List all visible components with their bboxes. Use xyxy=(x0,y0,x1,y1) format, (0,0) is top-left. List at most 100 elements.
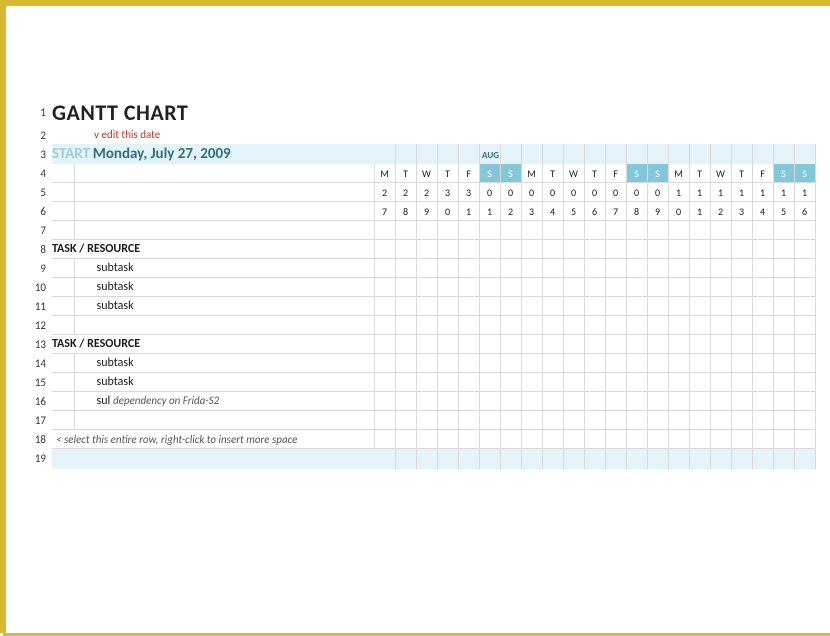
day-cell[interactable]: 1 xyxy=(668,183,689,202)
day-cell[interactable] xyxy=(479,240,500,259)
row-number[interactable]: 13 xyxy=(28,335,52,354)
day-cell[interactable] xyxy=(794,392,815,411)
day-cell[interactable] xyxy=(773,259,794,278)
row-number[interactable]: 17 xyxy=(28,411,52,430)
day-cell[interactable] xyxy=(752,354,773,373)
day-cell[interactable] xyxy=(647,316,668,335)
day-cell[interactable] xyxy=(710,392,731,411)
day-cell[interactable] xyxy=(521,411,542,430)
day-cell[interactable]: W xyxy=(416,164,437,183)
day-cell[interactable] xyxy=(542,240,563,259)
day-cell[interactable] xyxy=(647,373,668,392)
day-cell[interactable] xyxy=(395,392,416,411)
day-cell[interactable] xyxy=(500,411,521,430)
day-cell[interactable] xyxy=(416,221,437,240)
day-cell[interactable] xyxy=(563,240,584,259)
day-cell[interactable] xyxy=(605,449,626,470)
day-cell[interactable] xyxy=(584,392,605,411)
day-cell[interactable] xyxy=(626,449,647,470)
day-cell[interactable] xyxy=(710,411,731,430)
day-cell[interactable] xyxy=(521,373,542,392)
day-cell[interactable] xyxy=(563,373,584,392)
day-cell[interactable] xyxy=(710,335,731,354)
day-cell[interactable] xyxy=(752,316,773,335)
day-cell[interactable] xyxy=(794,144,815,164)
day-cell[interactable] xyxy=(458,316,479,335)
day-cell[interactable] xyxy=(752,221,773,240)
row-number[interactable]: 9 xyxy=(28,259,52,278)
day-cell[interactable] xyxy=(542,354,563,373)
day-cell[interactable] xyxy=(395,240,416,259)
day-cell[interactable]: M xyxy=(521,164,542,183)
day-cell[interactable] xyxy=(794,278,815,297)
day-cell[interactable] xyxy=(500,335,521,354)
row-number[interactable]: 1 xyxy=(28,99,52,126)
day-cell[interactable]: 4 xyxy=(542,202,563,221)
day-cell[interactable] xyxy=(542,259,563,278)
day-cell[interactable] xyxy=(374,240,395,259)
day-cell[interactable] xyxy=(479,278,500,297)
day-cell[interactable] xyxy=(773,335,794,354)
day-cell[interactable] xyxy=(521,297,542,316)
day-cell[interactable] xyxy=(647,221,668,240)
day-cell[interactable] xyxy=(437,240,458,259)
day-cell[interactable] xyxy=(563,316,584,335)
day-cell[interactable] xyxy=(584,335,605,354)
day-cell[interactable] xyxy=(542,144,563,164)
day-cell[interactable] xyxy=(731,411,752,430)
day-cell[interactable] xyxy=(647,354,668,373)
day-cell[interactable] xyxy=(416,240,437,259)
day-cell[interactable] xyxy=(626,144,647,164)
day-cell[interactable] xyxy=(374,449,395,470)
day-cell[interactable] xyxy=(731,354,752,373)
day-cell[interactable] xyxy=(647,259,668,278)
task-header-cell[interactable]: TASK / RESOURCE xyxy=(52,335,374,354)
day-cell[interactable] xyxy=(689,221,710,240)
day-cell[interactable] xyxy=(647,411,668,430)
subtask-cell[interactable]: subtask xyxy=(74,373,374,392)
day-cell[interactable] xyxy=(416,373,437,392)
day-cell[interactable]: 0 xyxy=(479,183,500,202)
day-cell[interactable]: T xyxy=(731,164,752,183)
day-cell[interactable] xyxy=(437,221,458,240)
day-cell[interactable] xyxy=(416,297,437,316)
day-cell[interactable] xyxy=(374,259,395,278)
day-cell[interactable] xyxy=(626,373,647,392)
day-cell[interactable] xyxy=(479,316,500,335)
day-cell[interactable]: 1 xyxy=(689,202,710,221)
day-cell[interactable] xyxy=(542,449,563,470)
day-cell[interactable] xyxy=(689,373,710,392)
day-cell[interactable]: M xyxy=(668,164,689,183)
day-cell[interactable] xyxy=(647,144,668,164)
day-cell[interactable] xyxy=(437,354,458,373)
day-cell[interactable] xyxy=(689,316,710,335)
day-cell[interactable] xyxy=(710,221,731,240)
day-cell[interactable]: 2 xyxy=(416,183,437,202)
day-cell[interactable] xyxy=(374,430,395,449)
day-cell[interactable] xyxy=(500,392,521,411)
day-cell[interactable] xyxy=(458,411,479,430)
day-cell[interactable] xyxy=(584,316,605,335)
day-cell[interactable] xyxy=(542,373,563,392)
day-cell[interactable] xyxy=(773,392,794,411)
day-cell[interactable] xyxy=(668,392,689,411)
day-cell[interactable] xyxy=(521,354,542,373)
day-cell[interactable] xyxy=(521,449,542,470)
day-cell[interactable] xyxy=(500,278,521,297)
row-number[interactable]: 7 xyxy=(28,221,52,240)
day-cell[interactable] xyxy=(752,259,773,278)
day-cell[interactable] xyxy=(437,144,458,164)
day-cell[interactable] xyxy=(437,297,458,316)
day-cell[interactable] xyxy=(542,411,563,430)
day-cell[interactable] xyxy=(605,373,626,392)
subtask-cell[interactable]: subtask xyxy=(74,297,374,316)
day-cell[interactable] xyxy=(563,297,584,316)
day-cell[interactable] xyxy=(794,316,815,335)
day-cell[interactable] xyxy=(605,316,626,335)
day-cell[interactable] xyxy=(647,430,668,449)
day-cell[interactable]: 0 xyxy=(500,183,521,202)
day-cell[interactable] xyxy=(752,240,773,259)
day-cell[interactable] xyxy=(773,297,794,316)
day-cell[interactable] xyxy=(710,297,731,316)
row-number[interactable]: 19 xyxy=(28,449,52,470)
